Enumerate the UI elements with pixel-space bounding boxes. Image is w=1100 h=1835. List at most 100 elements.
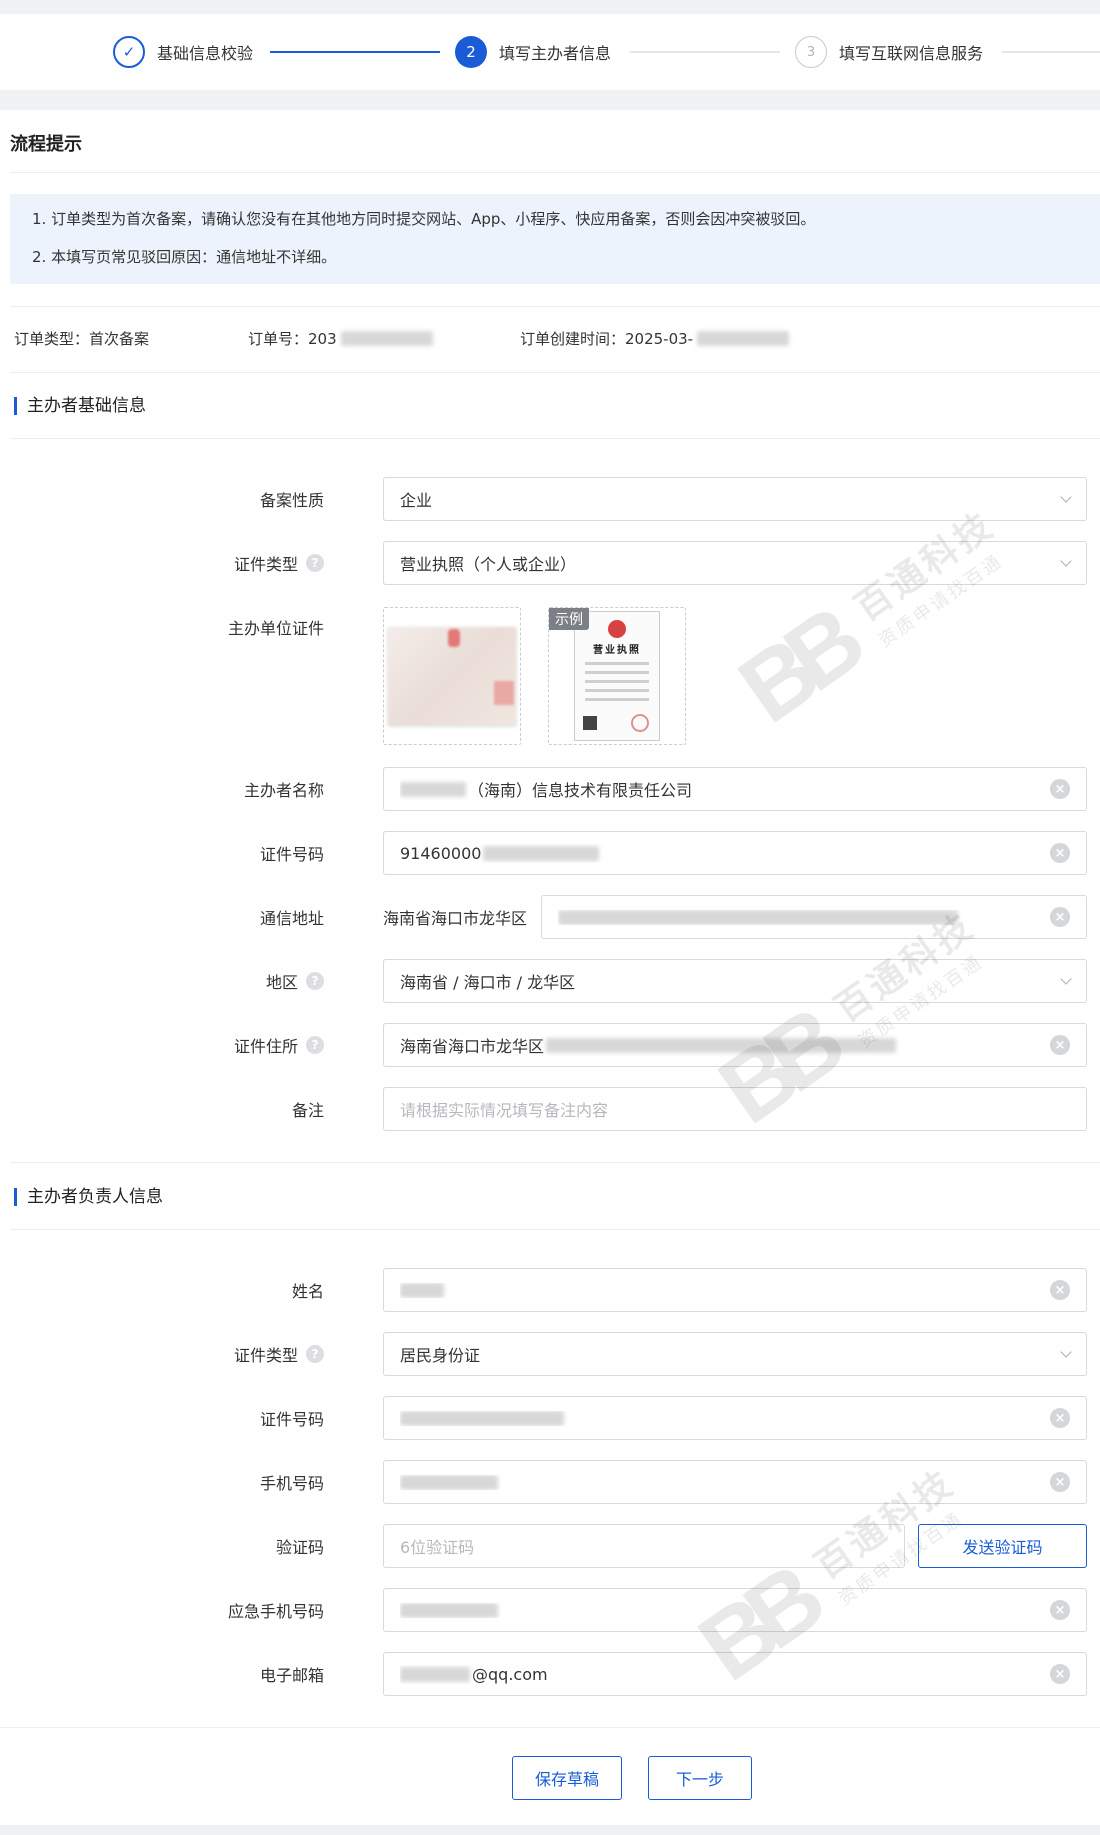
organizer-person-title: 主办者负责人信息 bbox=[14, 1188, 163, 1206]
input-placeholder: 6位验证码 bbox=[400, 1538, 475, 1557]
redacted-value bbox=[483, 845, 600, 861]
step-label: 填写互联网信息服务 bbox=[839, 44, 984, 63]
order-created-text: 订单创建时间：2025-03- bbox=[520, 330, 694, 348]
cert-number-label: 证件号码 bbox=[260, 831, 324, 875]
step-number: 2 bbox=[455, 36, 487, 68]
label-text: 通信地址 bbox=[259, 909, 324, 928]
person-cert-number-label: 证件号码 bbox=[260, 1396, 324, 1440]
help-icon[interactable]: ? bbox=[306, 554, 324, 572]
person-cert-number-input[interactable]: × bbox=[383, 1396, 1087, 1440]
text-line bbox=[585, 662, 649, 665]
clear-icon[interactable]: × bbox=[1050, 907, 1070, 927]
input-value: （海南）信息技术有限责任公司 bbox=[400, 777, 1050, 801]
email-input[interactable]: @qq.com × bbox=[383, 1652, 1087, 1696]
filing-nature-select[interactable]: 企业 bbox=[383, 477, 1087, 521]
label-text: 证件号码 bbox=[259, 845, 324, 864]
notice-line: 1. 订单类型为首次备案，请确认您没有在其他地方同时提交网站、App、小程序、快… bbox=[32, 210, 816, 228]
redacted-value bbox=[400, 1602, 498, 1618]
input-value bbox=[400, 1282, 1050, 1298]
label-text: 应急手机号码 bbox=[227, 1602, 324, 1621]
help-icon[interactable]: ? bbox=[306, 972, 324, 990]
help-icon[interactable]: ? bbox=[306, 1345, 324, 1363]
org-cert-example[interactable]: 营业执照 示例 bbox=[548, 607, 686, 745]
remark-label: 备注 bbox=[292, 1087, 324, 1131]
step-organizer-info: 2 填写主办者信息 bbox=[455, 36, 611, 68]
input-value bbox=[400, 1602, 1050, 1618]
mail-address-input[interactable]: × bbox=[541, 895, 1087, 939]
input-placeholder: 请根据实际情况填写备注内容 bbox=[400, 1101, 609, 1120]
cert-type-select[interactable]: 营业执照（个人或企业） bbox=[383, 541, 1087, 585]
redacted-value bbox=[400, 1282, 444, 1298]
step-connector bbox=[630, 51, 780, 53]
help-icon[interactable]: ? bbox=[306, 1036, 324, 1054]
clear-icon[interactable]: × bbox=[1050, 1472, 1070, 1492]
phone-input[interactable]: × bbox=[383, 1460, 1087, 1504]
clear-icon[interactable]: × bbox=[1050, 1280, 1070, 1300]
clear-icon[interactable]: × bbox=[1050, 1664, 1070, 1684]
region-select[interactable]: 海南省 / 海口市 / 龙华区 bbox=[383, 959, 1087, 1003]
send-code-button[interactable]: 发送验证码 bbox=[918, 1524, 1087, 1568]
photo-stamp bbox=[448, 629, 460, 647]
org-cert-upload[interactable] bbox=[383, 607, 521, 745]
cert-address-input[interactable]: 海南省海口市龙华区 × bbox=[383, 1023, 1087, 1067]
label-text: 手机号码 bbox=[259, 1474, 324, 1493]
progress-stepper: ✓ 基础信息校验 2 填写主办者信息 3 填写互联网信息服务 bbox=[0, 14, 1100, 90]
divider bbox=[10, 372, 1100, 373]
watermark: BB 百通科技 资质申请找百通 bbox=[720, 484, 1028, 745]
select-value: 海南省 / 海口市 / 龙华区 bbox=[400, 973, 576, 992]
text-line bbox=[585, 698, 649, 701]
verify-code-label: 验证码 bbox=[276, 1524, 324, 1568]
step-connector bbox=[1002, 51, 1100, 53]
select-value: 企业 bbox=[400, 491, 433, 510]
person-cert-type-select[interactable]: 居民身份证 bbox=[383, 1332, 1087, 1376]
select-value: 居民身份证 bbox=[400, 1346, 481, 1365]
input-text: 91460000 bbox=[400, 843, 482, 863]
process-tips-notice: 1. 订单类型为首次备案，请确认您没有在其他地方同时提交网站、App、小程序、快… bbox=[10, 194, 1100, 284]
phone-label: 手机号码 bbox=[260, 1460, 324, 1504]
label-text: 证件类型 bbox=[233, 1346, 298, 1365]
step-label: 基础信息校验 bbox=[157, 44, 254, 63]
redacted-value bbox=[400, 1474, 498, 1490]
divider bbox=[10, 1162, 1100, 1163]
seal-icon bbox=[631, 714, 649, 732]
remark-input[interactable]: 请根据实际情况填写备注内容 bbox=[383, 1087, 1087, 1131]
label-text: 姓名 bbox=[291, 1282, 324, 1301]
next-step-button[interactable]: 下一步 bbox=[648, 1756, 752, 1800]
clear-icon[interactable]: × bbox=[1050, 779, 1070, 799]
emblem-icon bbox=[608, 620, 626, 638]
cert-type-label: 证件类型 ? bbox=[234, 541, 324, 585]
emergency-phone-input[interactable]: × bbox=[383, 1588, 1087, 1632]
divider bbox=[10, 306, 1100, 307]
input-value bbox=[558, 909, 1050, 925]
form-card: 流程提示 1. 订单类型为首次备案，请确认您没有在其他地方同时提交网站、App、… bbox=[0, 110, 1100, 1825]
uploaded-license-image bbox=[388, 627, 516, 725]
step-connector bbox=[270, 51, 440, 53]
verify-code-input[interactable]: 6位验证码 bbox=[383, 1524, 905, 1568]
cert-number-input[interactable]: 91460000 × bbox=[383, 831, 1087, 875]
text-line bbox=[585, 671, 649, 674]
check-icon: ✓ bbox=[113, 36, 145, 68]
order-type: 订单类型：首次备案 bbox=[14, 328, 149, 349]
clear-icon[interactable]: × bbox=[1050, 843, 1070, 863]
input-value: @qq.com bbox=[400, 1665, 1050, 1684]
region-label: 地区 ? bbox=[266, 959, 324, 1003]
label-text: 备注 bbox=[291, 1101, 324, 1120]
text-line bbox=[585, 689, 649, 692]
redacted-value bbox=[400, 1410, 564, 1426]
save-draft-button[interactable]: 保存草稿 bbox=[512, 1756, 622, 1800]
watermark-logo: BB bbox=[720, 592, 873, 744]
redacted-value bbox=[400, 1666, 470, 1682]
clear-icon[interactable]: × bbox=[1050, 1035, 1070, 1055]
clear-icon[interactable]: × bbox=[1050, 1408, 1070, 1428]
clear-icon[interactable]: × bbox=[1050, 1600, 1070, 1620]
divider bbox=[0, 1727, 1100, 1728]
org-cert-label: 主办单位证件 bbox=[228, 605, 324, 649]
order-number-text: 订单号：203 bbox=[248, 330, 337, 348]
input-value bbox=[400, 1410, 1050, 1426]
qr-code-icon bbox=[583, 716, 597, 730]
person-name-input[interactable]: × bbox=[383, 1268, 1087, 1312]
organizer-name-input[interactable]: （海南）信息技术有限责任公司 × bbox=[383, 767, 1087, 811]
person-cert-type-label: 证件类型 ? bbox=[234, 1332, 324, 1376]
order-number: 订单号：203 bbox=[248, 328, 433, 349]
label-text: 证件类型 bbox=[233, 555, 298, 574]
